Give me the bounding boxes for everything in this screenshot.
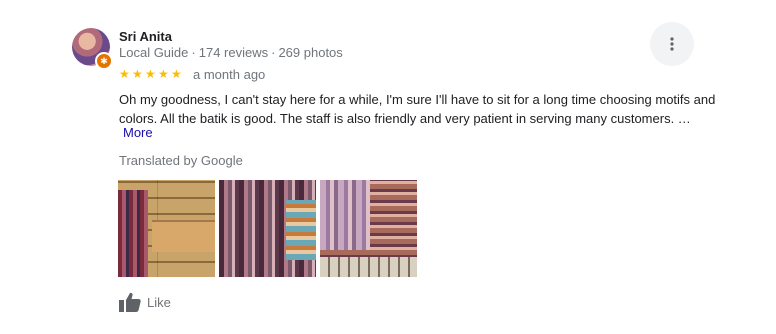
reviewer-name[interactable]: Sri Anita <box>119 29 172 44</box>
meta-separator: · <box>191 45 196 60</box>
rating-row: ★ ★ ★ ★ ★ a month ago <box>119 67 265 82</box>
more-options-button[interactable] <box>650 22 694 66</box>
star-icon: ★ <box>145 67 156 81</box>
like-button[interactable]: Like <box>119 292 171 312</box>
local-guide-badge-icon: ✱ <box>95 52 113 70</box>
reviewer-role: Local Guide <box>119 45 189 60</box>
star-rating: ★ ★ ★ ★ ★ <box>119 68 184 81</box>
star-icon: ★ <box>158 67 169 81</box>
star-icon: ★ <box>119 67 130 81</box>
reviewer-review-count: 174 reviews <box>198 45 269 60</box>
more-link[interactable]: More <box>123 125 153 140</box>
reviewer-meta: Local Guide · 174 reviews · 269 photos <box>119 45 343 60</box>
like-label: Like <box>147 294 171 310</box>
review-photo[interactable] <box>320 180 417 277</box>
reviewer-photo-count: 269 photos <box>278 45 343 60</box>
more-vert-icon <box>670 37 674 51</box>
meta-separator: · <box>271 45 276 60</box>
star-icon: ★ <box>171 67 182 81</box>
review-photos <box>118 180 417 277</box>
review-photo[interactable] <box>219 180 316 277</box>
translated-note: Translated by Google <box>119 153 243 168</box>
thumbs-up-icon <box>119 292 141 312</box>
review-date: a month ago <box>193 67 266 82</box>
star-icon: ★ <box>132 67 143 81</box>
review-photo[interactable] <box>118 180 215 277</box>
review-text: Oh my goodness, I can't stay here for a … <box>119 92 716 126</box>
